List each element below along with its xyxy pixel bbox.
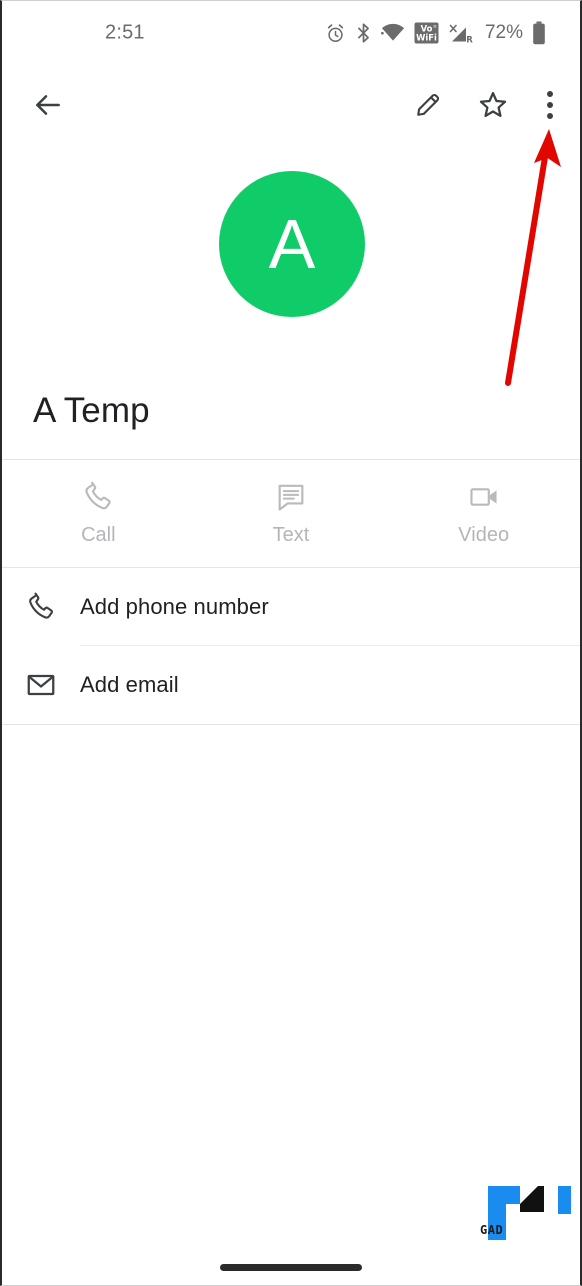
quick-action-label: Call <box>81 523 116 546</box>
more-vertical-icon-dot-1 <box>547 91 553 97</box>
quick-action-video[interactable]: Video <box>387 481 580 547</box>
quick-action-label: Video <box>458 523 510 546</box>
cellular-signal-icon: R <box>449 24 473 45</box>
svg-text:WiFi: WiFi <box>416 33 437 43</box>
star-outline-icon <box>479 91 507 118</box>
bluetooth-icon <box>358 23 369 43</box>
overflow-menu-button[interactable] <box>527 81 573 129</box>
message-icon <box>278 484 304 511</box>
phone-icon <box>85 481 112 509</box>
alarm-icon <box>327 23 344 42</box>
quick-action-label: Text <box>272 523 310 546</box>
add-phone-number-row[interactable]: Add phone number <box>2 568 580 646</box>
add-email-label: Add email <box>80 672 179 697</box>
divider-below-detail-rows <box>2 724 580 725</box>
back-button[interactable] <box>24 81 72 129</box>
arrow-left-icon <box>36 95 60 115</box>
contact-avatar[interactable]: A <box>219 171 365 317</box>
add-phone-number-label: Add phone number <box>80 594 269 619</box>
battery-percent-label: 72% <box>484 22 523 43</box>
quick-actions-row: Call Text Video <box>2 460 580 567</box>
app-bar <box>2 65 580 145</box>
add-email-row[interactable]: Add email <box>2 646 580 724</box>
wifi-icon <box>381 23 404 41</box>
contact-name: A Temp <box>33 391 150 430</box>
more-vertical-icon-dot-3 <box>547 113 553 119</box>
status-bar: 2:51 Vo n WiFi R 72% <box>2 1 580 65</box>
quick-action-call[interactable]: Call <box>2 481 195 547</box>
avatar-initial: A <box>268 205 316 283</box>
pencil-icon <box>417 93 440 116</box>
more-vertical-icon-dot-2 <box>547 102 553 108</box>
watermark-text: GAD <box>480 1223 504 1237</box>
gesture-navigation-pill[interactable] <box>220 1264 362 1271</box>
battery-icon <box>533 21 545 45</box>
vowifi-icon: Vo n WiFi <box>414 22 439 44</box>
annotation-arrow <box>505 129 561 386</box>
video-camera-icon <box>470 487 497 506</box>
quick-action-text[interactable]: Text <box>195 481 388 547</box>
phone-icon <box>2 592 80 622</box>
envelope-icon <box>2 670 80 700</box>
svg-text:R: R <box>466 36 473 45</box>
svg-text:n: n <box>433 24 436 30</box>
status-bar-clock: 2:51 <box>105 21 145 44</box>
favorite-button[interactable] <box>469 81 517 129</box>
edit-contact-button[interactable] <box>404 81 452 129</box>
phone-screen: 2:51 Vo n WiFi R 72% A A Temp Call Text … <box>0 0 582 1286</box>
status-bar-icons: Vo n WiFi R 72% <box>325 21 546 45</box>
